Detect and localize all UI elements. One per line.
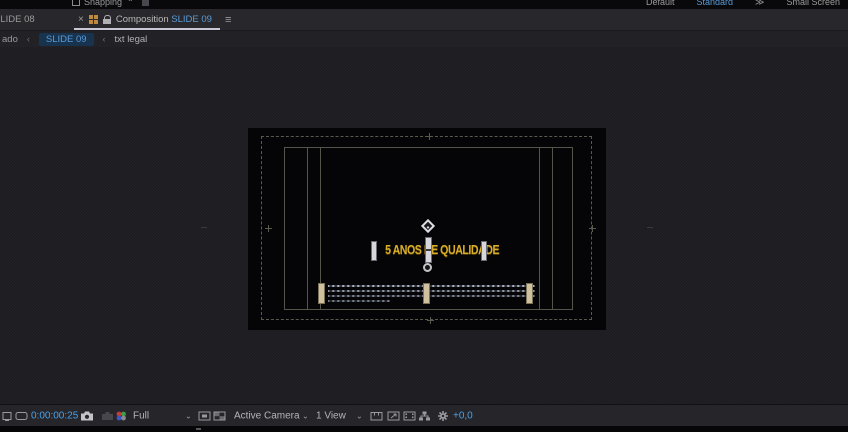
vertical-guide bbox=[552, 147, 553, 310]
composition-icon bbox=[89, 15, 98, 24]
center-tick-left bbox=[265, 225, 272, 232]
3d-view-select[interactable]: Active Camera bbox=[234, 410, 300, 421]
chevron-up-icon[interactable]: ⌃ bbox=[127, 0, 134, 7]
legal-fine-print-line bbox=[328, 295, 535, 297]
pasteboard-tick bbox=[647, 227, 653, 228]
pasteboard-tick bbox=[201, 227, 207, 228]
legal-fine-print-line bbox=[328, 300, 390, 302]
vertical-guide bbox=[539, 147, 540, 310]
view-layout-caret-icon[interactable]: ⌄ bbox=[356, 411, 363, 420]
exposure-field[interactable]: +0,0 bbox=[453, 410, 473, 421]
comp-navigator: ado ‹ SLIDE 09 ‹ txt legal bbox=[0, 30, 848, 47]
transparency-grid-icon[interactable] bbox=[213, 410, 226, 421]
grid-guides-icon[interactable] bbox=[370, 410, 383, 421]
breadcrumb-truncated[interactable]: ado bbox=[2, 34, 18, 45]
magnification-select[interactable]: Full bbox=[133, 410, 149, 421]
chevron-left-icon: ‹ bbox=[103, 34, 106, 44]
center-tick-bottom bbox=[427, 317, 434, 324]
view-layout-select[interactable]: 1 View bbox=[316, 410, 346, 421]
selection-handle-center[interactable] bbox=[425, 237, 432, 263]
toolbar-extra-icon[interactable] bbox=[142, 0, 149, 6]
panel-tab-bar: SLIDE 08 × Composition SLIDE 09 ≡ bbox=[0, 9, 848, 30]
main-viewer-icon[interactable] bbox=[15, 410, 28, 421]
timeline-edge-mark bbox=[196, 428, 201, 430]
workspace-default[interactable]: Default bbox=[646, 0, 675, 7]
snapshot-camera-icon[interactable] bbox=[80, 410, 94, 421]
breadcrumb-current[interactable]: SLIDE 09 bbox=[39, 33, 94, 46]
center-tick-top bbox=[426, 133, 433, 140]
close-icon[interactable]: × bbox=[78, 14, 84, 25]
viewer-toolbar: 0:00:00:25 Full ⌄ Active Camera bbox=[0, 404, 848, 426]
legal-handle-left[interactable] bbox=[318, 283, 325, 304]
snapping-label: Snapping bbox=[84, 0, 122, 7]
legal-fine-print-line bbox=[328, 285, 535, 287]
breadcrumb-child[interactable]: txt legal bbox=[115, 34, 148, 45]
snapping-control[interactable]: Snapping ⌃ bbox=[72, 0, 149, 9]
composition-viewer[interactable]: 5 ANOS DE QUALIDADE bbox=[0, 47, 848, 404]
workspace-overflow-icon[interactable]: ≫ bbox=[755, 0, 764, 8]
channels-icon[interactable] bbox=[115, 410, 127, 421]
anchor-point-icon[interactable] bbox=[423, 263, 432, 272]
workspace-standard[interactable]: Standard bbox=[697, 0, 734, 7]
legal-fine-print-line bbox=[328, 290, 535, 292]
show-snapshot-icon[interactable] bbox=[101, 411, 114, 421]
legal-handle-right[interactable] bbox=[526, 283, 533, 304]
tab-label: Composition SLIDE 09 bbox=[116, 14, 212, 25]
always-preview-icon[interactable] bbox=[2, 410, 13, 421]
mini-flowchart-icon[interactable] bbox=[418, 410, 431, 421]
vertical-guide bbox=[307, 147, 308, 310]
region-of-interest-icon[interactable] bbox=[198, 410, 211, 421]
app-toolbar-strip: Snapping ⌃ Default Standard ≫ Small Scre… bbox=[0, 0, 848, 9]
magnification-caret-icon[interactable]: ⌄ bbox=[185, 411, 192, 420]
legal-handle-center[interactable] bbox=[423, 283, 430, 304]
film-icon[interactable] bbox=[403, 410, 416, 421]
workspace-bar: Default Standard ≫ Small Screen bbox=[624, 0, 840, 9]
pixel-aspect-icon[interactable] bbox=[387, 410, 400, 421]
panel-menu-icon[interactable]: ≡ bbox=[225, 14, 231, 26]
after-effects-window: Snapping ⌃ Default Standard ≫ Small Scre… bbox=[0, 0, 848, 432]
bottom-panel-strip bbox=[0, 426, 848, 432]
lock-icon[interactable] bbox=[103, 15, 111, 24]
fast-previews-gear-icon[interactable] bbox=[437, 410, 449, 422]
snapping-checkbox[interactable] bbox=[72, 0, 80, 6]
workspace-small-screen[interactable]: Small Screen bbox=[786, 0, 840, 7]
selection-handle-left[interactable] bbox=[371, 241, 377, 261]
selection-handle-right[interactable] bbox=[481, 241, 487, 261]
current-time-field[interactable]: 0:00:00:25 bbox=[31, 410, 78, 421]
composition-frame[interactable]: 5 ANOS DE QUALIDADE bbox=[248, 128, 606, 330]
3d-view-caret-icon[interactable]: ⌄ bbox=[302, 411, 309, 420]
center-tick-right bbox=[589, 225, 596, 232]
chevron-left-icon: ‹ bbox=[27, 34, 30, 44]
tab-composition-slide-09[interactable]: × Composition SLIDE 09 ≡ bbox=[74, 9, 235, 30]
tab-slide-08[interactable]: SLIDE 08 bbox=[0, 9, 35, 30]
